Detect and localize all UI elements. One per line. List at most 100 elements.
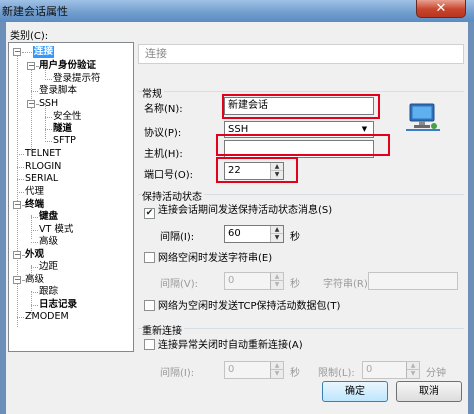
panel-title: 连接 [138,44,464,64]
tree-item[interactable]: 登录提示符 [53,73,101,85]
category-tree[interactable]: − 连接 − 用户身份验证 登录提示符 登录脚本 − SSH 安全性 隧道 SFTP TELNET RL… [8,42,134,352]
tree-line [31,267,38,268]
tcp-keepalive-checkbox[interactable]: 网络为空闲时发送TCP保持活动数据包(T) [144,300,340,313]
spin-down-icon[interactable]: ▼ [407,370,419,378]
tree-item[interactable]: 连接 [33,46,55,58]
tree-line [22,280,24,281]
collapse-icon[interactable]: − [13,201,21,209]
title-bar: 新建会话属性 ✕ [0,0,474,22]
tree-item[interactable]: 键盘 [39,211,58,223]
network-computer-icon [406,103,440,131]
tree-line [45,129,52,130]
tree-item[interactable]: 安全性 [53,111,82,123]
tree-line [17,51,18,327]
tree-item[interactable]: RLOGIN [25,161,61,173]
tree-line [31,65,32,151]
cancel-button[interactable]: 取消 [396,381,462,402]
tree-item[interactable]: TELNET [25,148,61,160]
tree-line [17,192,24,193]
highlight-box [216,134,390,156]
ok-button[interactable]: 确定 [322,381,388,402]
limit-input[interactable]: 0 ▲ ▼ [362,361,420,379]
window-title: 新建会话属性 [2,5,68,18]
string-interval-spinner[interactable]: ▲ ▼ [270,273,283,289]
tcp-keepalive-label: 网络为空闲时发送TCP保持活动数据包(T) [158,301,341,312]
reconnect-interval-spinner[interactable]: ▲ ▼ [270,362,283,378]
collapse-icon[interactable]: − [13,276,21,284]
send-keepalive-checkbox[interactable]: ✔ 连接会话期间发送保持活动状态消息(S) [144,204,332,219]
tree-line [31,292,38,293]
tree-line [36,66,38,67]
tree-item[interactable]: 高级 [39,236,58,248]
protocol-label: 协议(P): [144,128,182,139]
tree-item[interactable]: 外观 [25,249,44,261]
highlight-box [216,157,298,183]
tree-line [31,215,32,239]
highlight-box [222,94,380,119]
tree-line [45,79,52,80]
tree-line [22,255,24,256]
spin-up-icon[interactable]: ▲ [271,273,283,281]
auto-reconnect-checkbox[interactable]: 连接异常关闭时自动重新连接(A) [144,339,303,352]
collapse-icon[interactable]: − [13,251,21,259]
collapse-icon[interactable]: − [27,100,35,108]
close-icon: ✕ [435,1,447,16]
tree-line [31,217,38,218]
tree-line [31,242,38,243]
reconnect-interval-input[interactable]: 0 ▲ ▼ [224,361,284,379]
spin-down-icon[interactable]: ▼ [271,281,283,289]
spin-down-icon[interactable]: ▼ [271,370,283,378]
string-interval-input[interactable]: 0 ▲ ▼ [224,272,284,290]
limit-spinner[interactable]: ▲ ▼ [406,362,419,378]
tree-item[interactable]: 登录脚本 [39,85,77,97]
general-group-line [138,91,464,92]
tree-line [22,205,24,206]
keepalive-group-label: 保持活动状态 [142,188,204,203]
send-string-checkbox[interactable]: 网络空闲时发送字符串(E) [144,252,272,265]
collapse-icon[interactable]: − [13,48,21,56]
tree-line [31,91,38,92]
tree-line [17,154,24,155]
spin-down-icon[interactable]: ▼ [271,234,283,242]
collapse-icon[interactable]: − [27,62,35,70]
tree-line [31,305,38,306]
tree-item[interactable]: ZMODEM [25,311,69,323]
tree-item[interactable]: VT 模式 [39,224,73,236]
keepalive-interval-unit: 秒 [290,232,300,243]
keepalive-interval-spinner[interactable]: ▲ ▼ [270,226,283,242]
tree-item[interactable]: 跟踪 [39,286,58,298]
tree-item[interactable]: SSH [39,98,58,110]
keepalive-interval-value: 60 [228,228,241,239]
category-label: 类别(C): [10,31,49,42]
tree-item[interactable]: 代理 [25,186,44,198]
spin-up-icon[interactable]: ▲ [271,226,283,234]
port-label: 端口号(O): [144,170,194,181]
spin-up-icon[interactable]: ▲ [271,362,283,370]
keepalive-interval-input[interactable]: 60 ▲ ▼ [224,225,284,243]
spin-up-icon[interactable]: ▲ [407,362,419,370]
reconnect-group-label: 重新连接 [142,322,184,337]
tree-item[interactable]: 终端 [25,199,44,211]
checkbox-unchecked-icon[interactable] [144,252,155,263]
string-input[interactable] [368,272,458,290]
checkbox-checked-icon[interactable]: ✔ [144,208,155,219]
general-group-label: 常规 [142,85,164,100]
name-label: 名称(N): [144,104,183,115]
tree-item[interactable]: SERIAL [25,173,58,185]
dialog-body: 类别(C): − 连接 − 用户身份验证 登录提示符 登录脚本 − SSH 安全性 隧道 SFTP T… [6,22,468,414]
tree-item[interactable]: 边距 [39,261,58,273]
tree-item[interactable]: SFTP [53,135,76,147]
tree-item[interactable]: 隧道 [53,123,72,135]
tree-item[interactable]: 日志记录 [39,299,77,311]
limit-label: 限制(L): [318,368,355,379]
tree-item[interactable]: 用户身份验证 [39,60,96,72]
string-interval-label: 间隔(V): [160,279,199,290]
tree-line [22,52,32,53]
limit-unit: 分钟 [426,368,446,379]
reconnect-interval-label: 间隔(I): [160,368,195,379]
close-button[interactable]: ✕ [416,0,466,18]
checkbox-unchecked-icon[interactable] [144,339,155,350]
tree-item[interactable]: 高级 [25,274,44,286]
string-interval-unit: 秒 [290,279,300,290]
checkbox-unchecked-icon[interactable] [144,300,155,311]
